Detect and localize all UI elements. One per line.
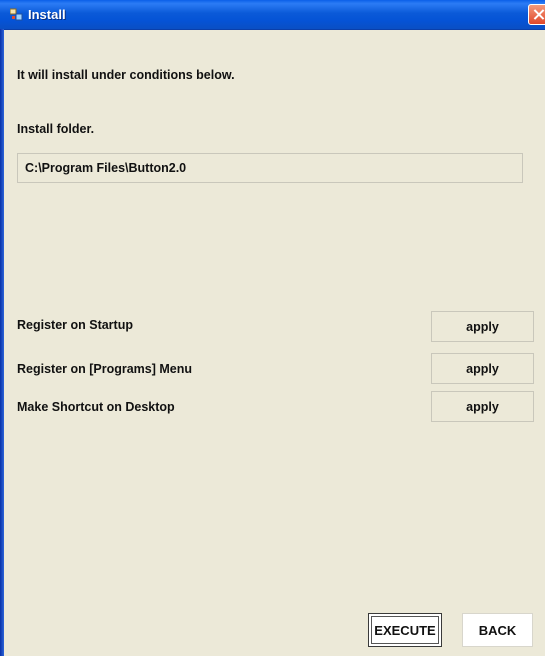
execute-button[interactable]: EXECUTE xyxy=(368,613,442,647)
install-folder-path: C:\Program Files\Button2.0 xyxy=(25,161,187,175)
install-folder-field[interactable]: C:\Program Files\Button2.0 xyxy=(17,153,523,183)
close-button[interactable] xyxy=(528,4,545,25)
intro-text: It will install under conditions below. xyxy=(17,68,235,82)
option-label-startup: Register on Startup xyxy=(17,318,133,332)
install-folder-label: Install folder. xyxy=(17,122,95,136)
install-window: Install It will install under conditions… xyxy=(0,0,545,656)
window-title: Install xyxy=(28,7,66,22)
back-button[interactable]: BACK xyxy=(462,613,533,647)
apply-desktop-shortcut-button[interactable]: apply xyxy=(431,391,534,422)
title-bar[interactable]: Install xyxy=(0,0,545,30)
option-label-programs-menu: Register on [Programs] Menu xyxy=(17,362,193,376)
option-label-desktop-shortcut: Make Shortcut on Desktop xyxy=(17,400,175,414)
apply-startup-button[interactable]: apply xyxy=(431,311,534,342)
window-content: It will install under conditions below. … xyxy=(4,29,545,656)
installer-icon xyxy=(10,8,23,21)
apply-programs-menu-button[interactable]: apply xyxy=(431,353,534,384)
